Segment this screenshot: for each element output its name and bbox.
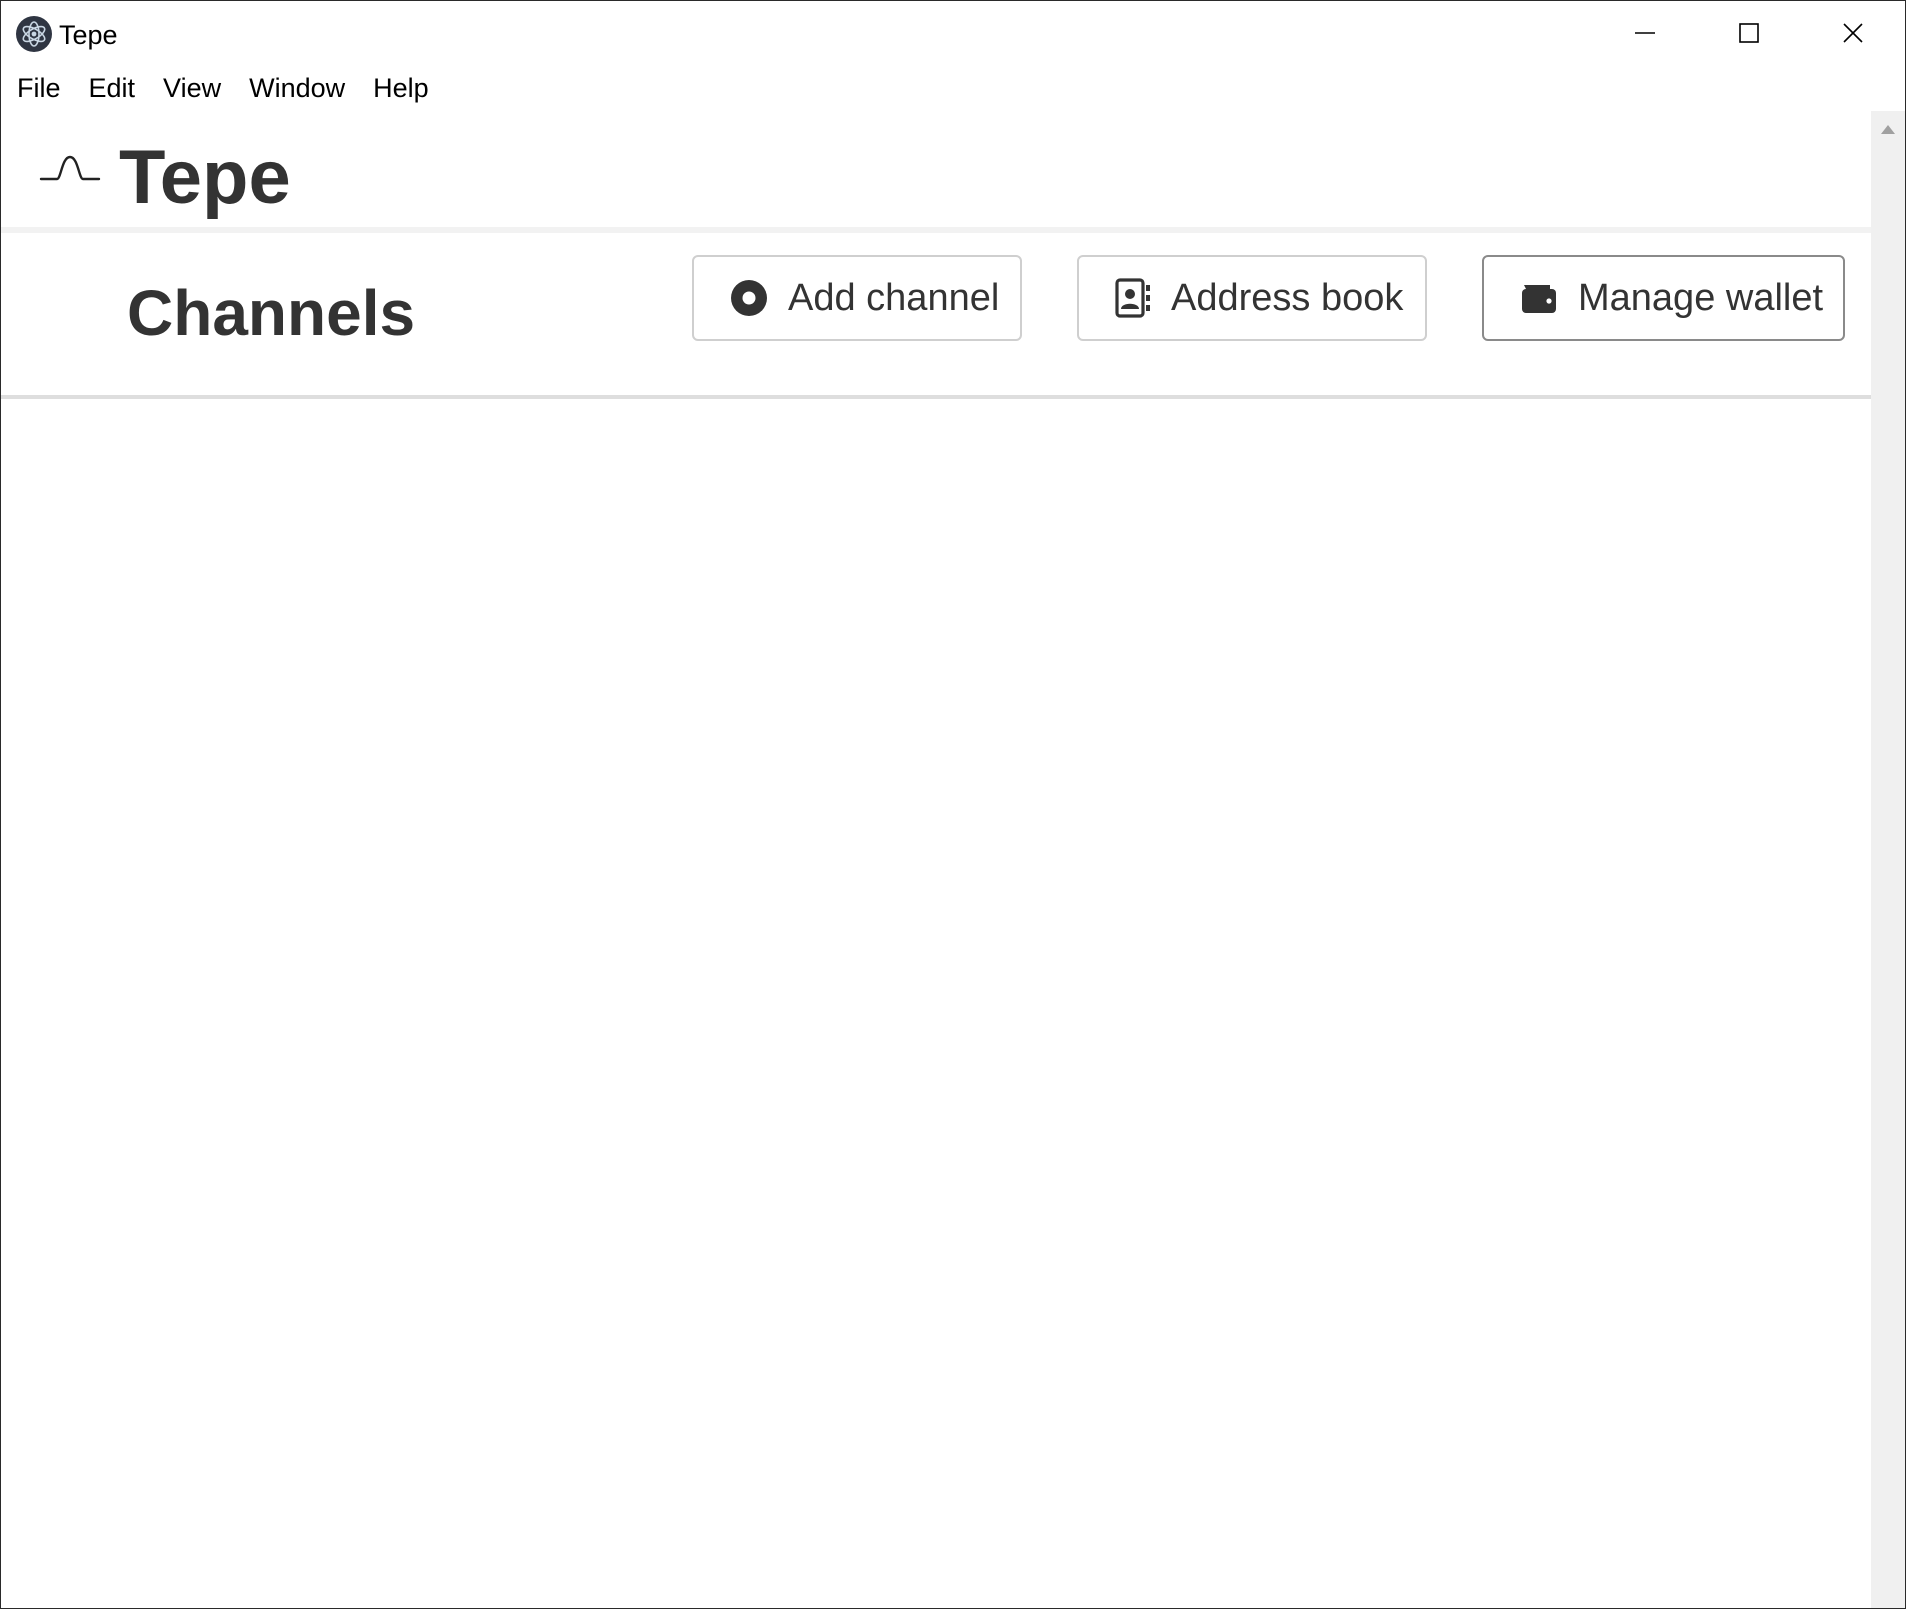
address-book-label: Address book: [1171, 276, 1404, 319]
main-content: Tepe Channels Add channel Address book M…: [1, 111, 1871, 1608]
menu-help[interactable]: Help: [359, 65, 443, 111]
app-header: Tepe: [1, 111, 1871, 233]
close-button[interactable]: [1801, 1, 1905, 65]
manage-wallet-label: Manage wallet: [1578, 276, 1824, 319]
brand-title: Tepe: [119, 135, 291, 220]
scroll-up-arrow-icon: [1881, 125, 1895, 134]
wallet-icon: [1520, 281, 1558, 315]
page-title: Channels: [127, 277, 416, 349]
minimize-icon: [1635, 32, 1655, 34]
menu-bar: File Edit View Window Help: [1, 65, 1905, 111]
pulse-wave-icon: [39, 153, 101, 188]
title-bar[interactable]: Tepe: [1, 1, 1905, 65]
menu-edit[interactable]: Edit: [75, 65, 150, 111]
add-channel-button[interactable]: Add channel: [692, 255, 1022, 341]
scroll-up-button[interactable]: [1871, 111, 1905, 147]
minimize-button[interactable]: [1593, 1, 1697, 65]
contact-book-icon: [1115, 278, 1151, 318]
manage-wallet-button[interactable]: Manage wallet: [1482, 255, 1845, 341]
menu-view[interactable]: View: [149, 65, 235, 111]
maximize-icon: [1739, 23, 1759, 43]
window-title: Tepe: [59, 20, 118, 50]
app-window: Tepe File Edit View Window Help Tepe Cha…: [0, 0, 1906, 1609]
menu-window[interactable]: Window: [235, 65, 359, 111]
address-book-button[interactable]: Address book: [1077, 255, 1427, 341]
channels-toolbar: Channels Add channel Address book Manage…: [1, 233, 1871, 399]
vertical-scrollbar[interactable]: [1871, 111, 1905, 1608]
maximize-button[interactable]: [1697, 1, 1801, 65]
menu-file[interactable]: File: [1, 65, 75, 111]
app-icon: [16, 16, 52, 52]
close-icon: [1843, 23, 1863, 43]
record-circle-icon: [730, 279, 768, 317]
add-channel-label: Add channel: [788, 276, 1000, 319]
